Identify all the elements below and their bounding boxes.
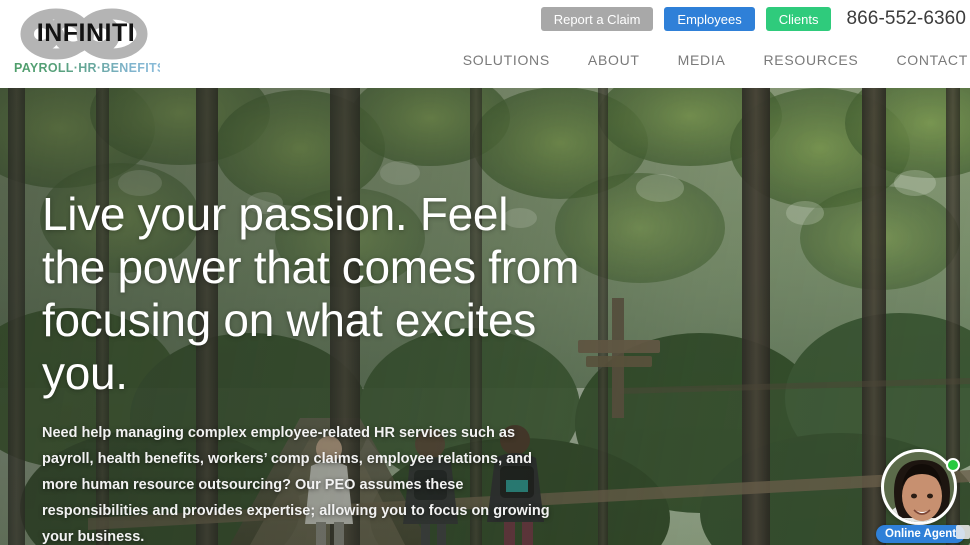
nav-item-solutions[interactable]: SOLUTIONS: [463, 52, 550, 68]
logo-tagline: PAYROLL·HR·BENEFITS: [14, 61, 166, 75]
phone-number-link[interactable]: 866-552-6360: [846, 8, 966, 30]
site-header: INFINITI PAYROLL·HR·BENEFITS Report a Cl…: [0, 0, 970, 88]
online-agent-chat-widget[interactable]: Online Agent: [876, 449, 970, 545]
hero-headline: Live your passion. Feel the power that c…: [42, 188, 580, 399]
agent-online-status-dot: [946, 458, 960, 472]
clients-button[interactable]: Clients: [765, 7, 832, 31]
main-navigation: SOLUTIONS ABOUT MEDIA RESOURCES CONTACT: [463, 52, 968, 68]
agent-avatar[interactable]: [881, 449, 957, 525]
nav-item-contact[interactable]: CONTACT: [896, 52, 968, 68]
hero-section: Live your passion. Feel the power that c…: [0, 88, 970, 545]
nav-item-resources[interactable]: RESOURCES: [763, 52, 858, 68]
header-action-bar: Report a Claim Employees Clients 866-552…: [540, 7, 968, 31]
online-agent-label[interactable]: Online Agent: [876, 525, 966, 543]
hero-subtext: Need help managing complex employee-rela…: [42, 425, 550, 545]
employees-button[interactable]: Employees: [664, 7, 755, 31]
logo-wordmark: INFINITI: [36, 19, 136, 47]
site-logo[interactable]: INFINITI PAYROLL·HR·BENEFITS: [12, 6, 166, 82]
nav-item-about[interactable]: ABOUT: [588, 52, 640, 68]
nav-item-media[interactable]: MEDIA: [678, 52, 726, 68]
hero-content: Live your passion. Feel the power that c…: [42, 188, 582, 545]
chat-close-icon[interactable]: [956, 525, 970, 539]
report-a-claim-button[interactable]: Report a Claim: [540, 7, 654, 31]
